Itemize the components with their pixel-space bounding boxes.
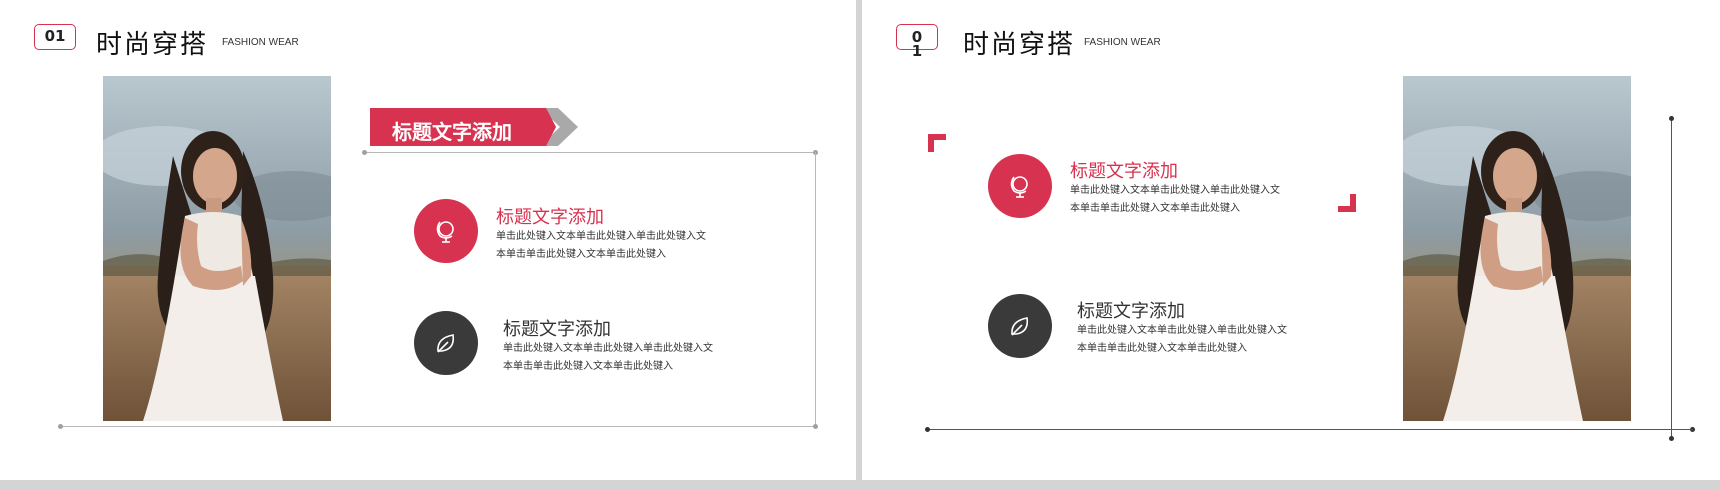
- section-number-digit: 1: [911, 42, 923, 60]
- frame-bottom-line: [928, 429, 1674, 430]
- item-title: 标题文字添加: [503, 319, 611, 340]
- item-body-line: 本单击单击此处键入文本单击此处键入: [1070, 203, 1240, 214]
- section-number: 01: [34, 24, 76, 50]
- item-icon-circle: [414, 311, 478, 375]
- item-icon-circle: [414, 199, 478, 263]
- frame-dot: [1669, 116, 1674, 121]
- title-banner: 标题文字添加: [370, 108, 580, 146]
- page-title: 时尚穿搭: [96, 30, 209, 60]
- leaf-icon: [1011, 317, 1029, 336]
- item-title: 标题文字添加: [496, 207, 604, 228]
- frame-bottom-line: [61, 426, 816, 427]
- item-icon-circle: [988, 294, 1052, 358]
- item-body-line: 本单击单击此处键入文本单击此处键入: [496, 249, 666, 260]
- frame-dot: [813, 424, 818, 429]
- globe-icon: [1010, 176, 1028, 198]
- frame-dot: [58, 424, 63, 429]
- corner-bracket-bottom-right: [1338, 194, 1356, 212]
- model-photo: [103, 76, 331, 421]
- page-subtitle: FASHION WEAR: [1084, 37, 1161, 48]
- frame-right-line: [815, 152, 816, 426]
- frame-top-line: [366, 152, 816, 153]
- item-title: 标题文字添加: [1077, 301, 1185, 322]
- item-body-line: 单击此处键入文本单击此处键入单击此处键入文: [503, 343, 713, 354]
- item-body-line: 本单击单击此处键入文本单击此处键入: [503, 361, 673, 372]
- item-body-line: 单击此处键入文本单击此处键入单击此处键入文: [496, 231, 706, 242]
- page-subtitle: FASHION WEAR: [222, 37, 299, 48]
- item-title: 标题文字添加: [1070, 161, 1178, 182]
- item-body-line: 本单击单击此处键入文本单击此处键入: [1077, 343, 1247, 354]
- frame-dot: [925, 427, 930, 432]
- item-body-line: 单击此处键入文本单击此处键入单击此处键入文: [1077, 325, 1287, 336]
- leaf-icon: [437, 334, 455, 353]
- item-body: 单击此处键入文本单击此处键入单击此处键入文 本单击单击此处键入文本单击此处键入: [1077, 322, 1317, 358]
- globe-icon: [436, 221, 454, 243]
- item-body: 单击此处键入文本单击此处键入单击此处键入文 本单击单击此处键入文本单击此处键入: [1070, 182, 1310, 218]
- item-body: 单击此处键入文本单击此处键入单击此处键入文 本单击单击此处键入文本单击此处键入: [496, 228, 736, 264]
- section-number: 0 1: [896, 24, 938, 59]
- frame-dot: [362, 150, 367, 155]
- page-title: 时尚穿搭: [963, 30, 1076, 60]
- corner-bracket-top-left: [928, 134, 946, 152]
- banner-label: 标题文字添加: [392, 120, 512, 144]
- slide-1: 01 时尚穿搭 FASHION WEAR 标题文字添加 标题文字添加 单击此处键…: [0, 0, 856, 480]
- frame-right-line: [1671, 119, 1672, 439]
- model-photo: [1403, 76, 1631, 421]
- frame-tick-line: [1671, 429, 1693, 430]
- item-icon-circle: [988, 154, 1052, 218]
- item-body-line: 单击此处键入文本单击此处键入单击此处键入文: [1070, 185, 1280, 196]
- item-body: 单击此处键入文本单击此处键入单击此处键入文 本单击单击此处键入文本单击此处键入: [503, 340, 743, 376]
- slide-2: 0 1 时尚穿搭 FASHION WEAR 标题文字添加 单击此处键入文本单击此…: [862, 0, 1720, 480]
- frame-dot: [1669, 436, 1674, 441]
